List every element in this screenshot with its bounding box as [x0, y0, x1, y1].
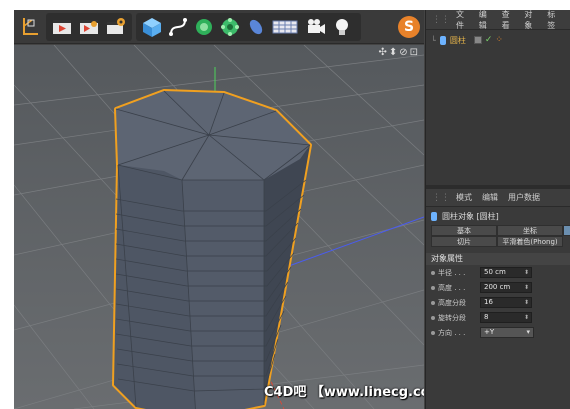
cylinder-icon	[439, 35, 446, 45]
spline-icon[interactable]	[166, 14, 190, 40]
menu-object[interactable]: 对象	[524, 10, 537, 31]
attributes-title-text: 圆柱对象 [圆柱]	[442, 211, 499, 221]
watermark-text: C4D吧 【www.linecg.com/tieba/1799】	[264, 385, 424, 400]
keyframe-dot-icon[interactable]	[431, 270, 435, 275]
floor-icon[interactable]	[270, 14, 300, 40]
prop-height: 高度 . . . 200 cm	[426, 280, 570, 295]
keyframe-dot-icon[interactable]	[431, 300, 435, 305]
object-row-cylinder[interactable]: └ 圆柱 ✓ ⁘	[426, 33, 570, 47]
objects-menubar: ⋮⋮ 文件 编辑 查看 对象 标签	[426, 10, 570, 30]
attributes-panel: ⋮⋮ 模式 编辑 用户数据 圆柱对象 [圆柱] 基本 坐标 切片 平滑着色(Ph…	[426, 189, 570, 409]
menu-mode[interactable]: 模式	[456, 192, 472, 203]
menu-file[interactable]: 文件	[456, 10, 469, 31]
radius-field[interactable]: 50 cm	[480, 267, 532, 278]
keyframe-dot-icon[interactable]	[431, 330, 435, 335]
object-name[interactable]: 圆柱	[450, 35, 466, 46]
perspective-viewport[interactable]: ✣⬍⊘⊡ C4D吧 【www.linecg.com/tieba/1799】	[14, 45, 424, 409]
main-toolbar: S	[14, 10, 424, 44]
tab-basic[interactable]: 基本	[431, 225, 497, 236]
prop-label: 旋转分段	[438, 313, 466, 322]
prop-label: 方向 . . .	[438, 328, 466, 337]
grip-icon[interactable]: ⋮⋮	[432, 193, 450, 203]
keyframe-dot-icon[interactable]	[431, 315, 435, 320]
tab-slice[interactable]: 切片	[431, 236, 497, 247]
cylinder-icon	[431, 211, 437, 221]
viewport-scene	[14, 45, 424, 409]
tab-spacer	[563, 236, 570, 247]
rotation-segments-field[interactable]: 8	[480, 312, 532, 323]
menu-tag[interactable]: 标签	[547, 10, 560, 31]
right-panel: ⋮⋮ 文件 编辑 查看 对象 标签 └ 圆柱 ✓ ⁘ ⋮⋮ 模式 编辑 用户数据	[425, 10, 570, 409]
render-view-icon[interactable]	[50, 14, 74, 40]
viewport-nav-icons[interactable]: ✣⬍⊘⊡	[378, 47, 420, 58]
tab-phong[interactable]: 平滑着色(Phong)	[497, 236, 563, 247]
prop-label: 高度 . . .	[438, 283, 466, 292]
render-picture-icon[interactable]	[77, 14, 101, 40]
attribute-tabs: 基本 坐标 切片 平滑着色(Phong)	[431, 225, 570, 247]
camera-icon[interactable]	[304, 14, 328, 40]
menu-user-data[interactable]: 用户数据	[508, 192, 540, 203]
cube-icon[interactable]	[140, 14, 164, 40]
menu-view[interactable]: 查看	[502, 10, 515, 31]
grip-icon[interactable]: ⋮⋮	[432, 15, 450, 25]
height-segments-field[interactable]: 16	[480, 297, 532, 308]
nurbs-icon[interactable]	[192, 14, 216, 40]
object-list[interactable]: └ 圆柱 ✓ ⁘	[426, 30, 570, 185]
brand-badge[interactable]: S	[398, 16, 420, 38]
visibility-check-icon[interactable]: ✓	[485, 35, 493, 45]
attributes-menubar: ⋮⋮ 模式 编辑 用户数据	[426, 189, 570, 207]
tree-branch-icon: └	[431, 35, 436, 45]
attributes-title: 圆柱对象 [圆柱]	[426, 207, 570, 225]
light-icon[interactable]	[330, 14, 354, 40]
layer-icon[interactable]	[473, 36, 482, 44]
menu-edit[interactable]: 编辑	[479, 10, 492, 31]
prop-orientation: 方向 . . . +Y	[426, 325, 570, 340]
height-field[interactable]: 200 cm	[480, 282, 532, 293]
section-object-properties[interactable]: 对象属性	[426, 253, 570, 265]
menu-attr-edit[interactable]: 编辑	[482, 192, 498, 203]
axis-icon[interactable]	[18, 14, 42, 40]
keyframe-dot-icon[interactable]	[431, 285, 435, 290]
prop-height-segments: 高度分段 16	[426, 295, 570, 310]
prop-radius: 半径 . . . 50 cm	[426, 265, 570, 280]
c4d-window: S ✣⬍⊘⊡ C4D吧 【www.linecg.c ⋮⋮ 文件 编辑 查看 对象…	[14, 10, 570, 409]
render-settings-icon[interactable]	[104, 14, 128, 40]
deformer-icon[interactable]	[218, 14, 242, 40]
orientation-select[interactable]: +Y	[480, 327, 534, 338]
prop-label: 半径 . . .	[438, 268, 466, 277]
environment-icon[interactable]	[244, 14, 268, 40]
phong-tag-icon[interactable]: ⁘	[495, 35, 503, 45]
prop-rotation-segments: 旋转分段 8	[426, 310, 570, 325]
prop-label: 高度分段	[438, 298, 466, 307]
tab-object[interactable]	[563, 225, 570, 236]
tab-coord[interactable]: 坐标	[497, 225, 563, 236]
